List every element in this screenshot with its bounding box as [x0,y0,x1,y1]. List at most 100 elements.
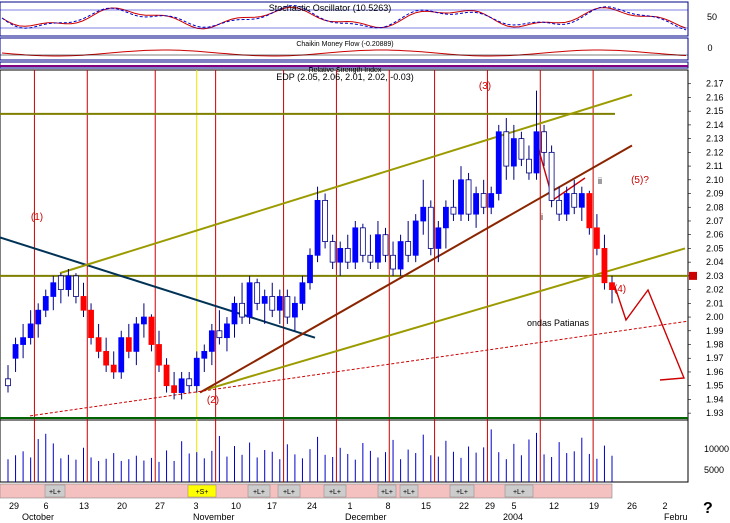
x-tick-label: 17 [267,501,277,511]
candle-body [352,227,359,263]
candle-body [322,199,329,242]
y-tick-label: 2.07 [706,216,724,226]
candle-body [458,179,464,215]
candle-body [465,179,472,215]
signal-label: +L+ [456,489,468,496]
y-tick-label: 2.10 [706,175,724,185]
candle-body [178,378,185,393]
y-tick-label: 2.14 [706,120,724,130]
candle-body [480,193,487,208]
stochastic-tick-label: 50 [707,12,717,22]
candle-body [533,131,540,174]
candle-body [95,337,102,352]
y-tick-label: 2.17 [706,79,724,89]
candle-body [420,206,427,222]
chart-window: Stochastic Oscillator (10.5263) 50 Chaikin… [0,0,730,523]
candle-body [405,241,412,256]
x-tick-label: 12 [549,501,559,511]
candle-body [435,227,442,249]
candle-body [35,309,42,325]
y-tick-label: 2.06 [706,230,724,240]
y-tick-label: 2.03 [706,271,724,281]
month-label: 2004 [503,512,523,522]
candle-body [20,337,27,345]
candle-body [284,296,291,318]
y-tick-label: 1.93 [706,408,724,418]
y-tick-label: 2.00 [706,312,724,322]
candle-body [133,323,140,352]
y-tick-label: 1.97 [706,353,724,363]
candle-body [125,337,132,352]
annotation-label: (3) [479,81,491,92]
x-tick-label: 20 [117,501,127,511]
candle-body [541,131,547,153]
candle-body [42,296,49,311]
stochastic-title: Stochastic Oscillator (10.5263) [269,3,392,13]
candle-body [473,193,480,215]
x-tick-label: 29 [485,501,495,511]
y-tick-label: 2.01 [706,298,724,308]
y-tick-label: 2.09 [706,189,724,199]
x-tick-label: 22 [459,501,469,511]
candle-body [186,378,193,387]
signal-label: +L+ [403,489,415,496]
x-tick-label: 1 [347,501,352,511]
signal-label: +L+ [253,489,265,496]
candle-body [382,234,389,256]
x-tick-label: 15 [421,501,431,511]
candle-body [329,241,336,263]
candle-body [224,323,230,339]
candle-body [578,193,585,208]
cmf-title: Chaikin Money Flow (-0.20889) [296,41,393,48]
y-tick-label: 2.08 [706,202,724,212]
candle-body [510,138,517,167]
candle-body [548,151,555,201]
candle-body [299,282,306,304]
candle-body [526,158,532,174]
candle-body [594,227,600,249]
x-tick-label: 29 [9,501,19,511]
y-tick-label: 1.94 [706,394,724,404]
candle-body [503,131,510,167]
x-tick-label: 24 [307,501,317,511]
signal-label: +L+ [329,489,341,496]
candle-body [450,206,457,215]
signal-label: +L+ [381,489,393,496]
annotation-label: i [541,212,543,222]
candle-body [344,248,351,263]
candle-body [231,302,238,325]
signal-label: +L+ [513,489,525,496]
cmf-tick-label: 0 [707,43,712,53]
candle-body [103,350,110,366]
x-tick-label: 27 [155,501,165,511]
month-label: December [345,512,387,522]
x-tick-label: 6 [43,501,48,511]
y-tick-label: 2.12 [706,147,724,157]
help-question-mark[interactable]: ? [703,500,713,518]
candle-body [442,206,449,229]
candle-body [73,275,79,297]
candle-body [140,316,147,325]
candle-body [80,296,87,311]
x-tick-label: 10 [231,501,241,511]
y-tick-label: 2.05 [706,243,724,253]
x-tick-label: 2 [662,501,667,511]
candle-body [601,248,608,284]
candle-body [118,337,125,373]
signal-label: +L+ [49,489,61,496]
candle-body [65,275,72,291]
month-label: Febru [664,512,688,522]
candle-body [488,193,495,208]
signal-label: +L+ [283,489,295,496]
y-tick-label: 2.02 [706,285,724,295]
candle-body [57,275,64,291]
annotation-label: (2) [207,395,219,406]
annotation-label: (4) [614,284,626,295]
candle-body [307,254,313,284]
x-tick-label: 19 [589,501,599,511]
y-tick-label: 1.95 [706,381,724,391]
candle-body [586,193,593,229]
x-tick-label: 13 [79,501,89,511]
candle-body [412,220,419,256]
annotation-label: ondas Patianas [527,318,590,328]
